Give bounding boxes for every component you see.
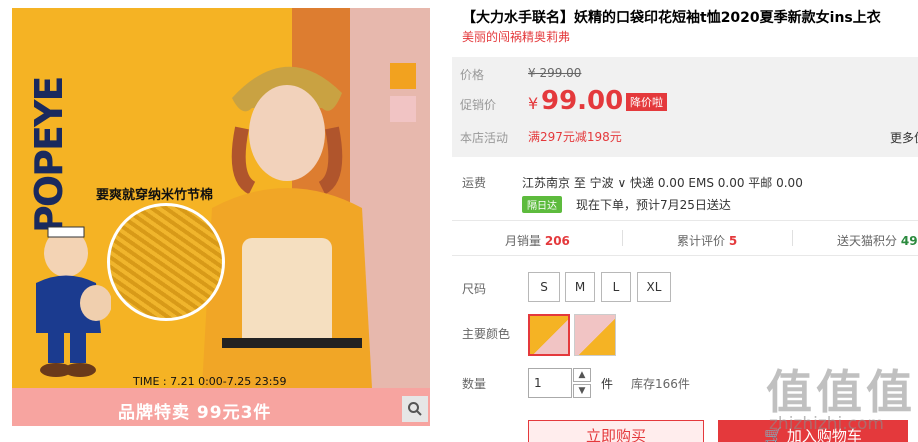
- popeye-character-image: [36, 226, 111, 377]
- original-price-label: 价格: [460, 68, 485, 82]
- shop-tagline[interactable]: 美丽的闯祸精奥莉弗: [462, 28, 570, 45]
- size-option-m[interactable]: M: [565, 272, 595, 302]
- watermark-char: 值: [866, 365, 912, 419]
- more-offers-link[interactable]: 更多优惠: [890, 129, 918, 146]
- original-price: ¥ 299.00: [528, 66, 582, 80]
- zoom-search-button[interactable]: [402, 396, 428, 422]
- color-option-yellow[interactable]: [528, 314, 570, 356]
- color-label: 主要颜色: [462, 327, 511, 341]
- search-icon: [408, 402, 422, 416]
- price-panel: [452, 57, 918, 157]
- promo-time: TIME : 7.21 0:00-7.25 23:59: [133, 375, 287, 388]
- promo-price-label: 促销价: [460, 98, 497, 112]
- stock-count: 库存166件: [631, 377, 690, 391]
- color-option-pink[interactable]: [574, 314, 616, 356]
- chevron-up-icon: ▲: [578, 370, 586, 380]
- monthly-sales-label: 月销量: [505, 234, 542, 248]
- shipping-label: 运费: [462, 176, 487, 190]
- model-photo: [202, 66, 372, 388]
- price-drop-badge: 降价啦: [626, 93, 667, 111]
- size-option-l[interactable]: L: [601, 272, 631, 302]
- total-reviews-label: 累计评价: [677, 234, 726, 248]
- site-watermark: 值 值 值 zhizhizhi.com: [766, 356, 918, 442]
- size-label: 尺码: [462, 282, 487, 296]
- tmall-points-label: 送天猫积分: [837, 234, 898, 248]
- total-reviews[interactable]: 累计评价 5: [677, 232, 737, 249]
- fabric-caption: 要爽就穿纳米竹节棉: [96, 188, 214, 203]
- tmall-points-value: 49: [900, 234, 918, 248]
- quantity-increase-button[interactable]: ▲: [573, 368, 591, 382]
- watermark-url: zhizhizhi.com: [769, 414, 884, 434]
- quantity-input[interactable]: 1: [528, 368, 572, 398]
- color-swatch-pink: [390, 96, 416, 122]
- quantity-unit: 件: [601, 377, 614, 391]
- promo-price: 99.00: [541, 86, 624, 116]
- currency-symbol: ¥: [528, 94, 539, 113]
- monthly-sales: 月销量 206: [505, 232, 570, 249]
- product-title: 【大力水手联名】妖精的口袋印花短袖t恤2020夏季新款女ins上衣: [462, 10, 881, 26]
- watermark-char: 值: [816, 365, 862, 419]
- watermark-char: 值: [766, 365, 812, 419]
- product-gallery: POPEYE 要爽就穿纳米竹节棉 TIME : 7.21 0:00-7.25 2…: [0, 0, 440, 442]
- size-option-xl[interactable]: XL: [637, 272, 671, 302]
- fabric-detail-image: [107, 203, 225, 321]
- chevron-down-icon: ▼: [578, 386, 586, 396]
- store-promo-label: 本店活动: [460, 131, 509, 145]
- main-product-image[interactable]: POPEYE 要爽就穿纳米竹节棉 TIME : 7.21 0:00-7.25 2…: [12, 8, 430, 388]
- shipping-route[interactable]: 江苏南京 至 宁波 ∨ 快递 0.00 EMS 0.00 平邮 0.00: [522, 174, 803, 191]
- size-option-s[interactable]: S: [528, 272, 560, 302]
- buy-now-button[interactable]: 立即购买: [528, 420, 704, 442]
- brand-logo: POPEYE: [27, 77, 71, 233]
- stats-divider: [792, 230, 793, 246]
- quantity-label: 数量: [462, 377, 487, 391]
- total-reviews-value: 5: [728, 234, 738, 248]
- quantity-decrease-button[interactable]: ▼: [573, 384, 591, 398]
- next-day-badge: 隔日达: [522, 196, 562, 213]
- promo-banner-text: 品牌特卖 99元3件: [118, 403, 272, 423]
- color-swatch-yellow: [390, 63, 416, 89]
- store-promo-value: 满297元减198元: [528, 130, 622, 144]
- monthly-sales-value: 206: [544, 234, 570, 248]
- delivery-estimate: 现在下单，预计7月25日送达: [576, 198, 731, 212]
- stats-divider: [622, 230, 623, 246]
- tmall-points: 送天猫积分 49: [837, 232, 918, 249]
